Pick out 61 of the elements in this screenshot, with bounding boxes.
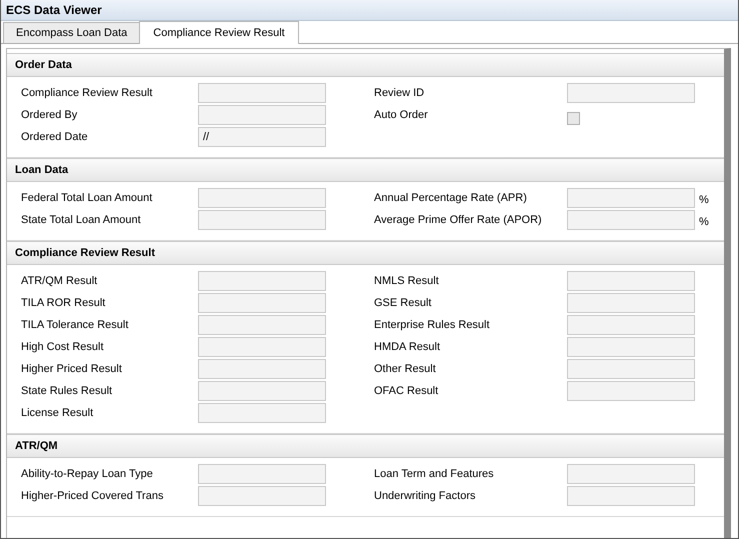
field-label: TILA Tolerance Result — [20, 319, 130, 331]
checkbox[interactable] — [567, 112, 580, 124]
tab[interactable]: Encompass Loan Data — [3, 22, 140, 43]
input-field[interactable] — [198, 337, 326, 357]
input-field[interactable] — [567, 83, 695, 103]
field-label: Loan Term and Features — [373, 468, 495, 480]
input-field[interactable] — [198, 315, 326, 335]
section-header: Loan Data — [7, 158, 724, 182]
field-label: Review ID — [373, 87, 426, 99]
input-field[interactable] — [198, 486, 326, 506]
input-field[interactable] — [198, 210, 326, 230]
percent-unit: % — [699, 216, 709, 228]
input-field[interactable] — [198, 464, 326, 484]
field-label: State Rules Result — [20, 385, 114, 397]
input-field[interactable] — [567, 210, 695, 230]
input-field[interactable]: // — [198, 127, 326, 147]
input-field[interactable] — [567, 486, 695, 506]
field-label: Compliance Review Result — [20, 87, 154, 99]
section-header: Order Data — [7, 53, 724, 77]
input-field[interactable] — [567, 293, 695, 313]
input-field[interactable] — [567, 381, 695, 401]
field-label: ATR/QM Result — [20, 275, 98, 287]
field-label: HMDA Result — [373, 341, 442, 353]
input-field[interactable] — [567, 188, 695, 208]
input-field[interactable] — [198, 359, 326, 379]
field-label: License Result — [20, 407, 94, 419]
input-field[interactable] — [567, 337, 695, 357]
field-label: Higher Priced Result — [20, 363, 123, 375]
input-field[interactable] — [198, 293, 326, 313]
tab[interactable]: Compliance Review Result — [139, 21, 299, 44]
input-field[interactable] — [198, 381, 326, 401]
input-field[interactable] — [198, 271, 326, 291]
field-label: High Cost Result — [20, 341, 105, 353]
section-header: ATR/QM — [7, 434, 724, 458]
input-field[interactable] — [567, 464, 695, 484]
window-title: ECS Data Viewer — [1, 0, 738, 21]
section-header: Compliance Review Result — [7, 241, 724, 265]
field-label: State Total Loan Amount — [20, 214, 142, 226]
field-label: NMLS Result — [373, 275, 440, 287]
field-label: Underwriting Factors — [373, 490, 476, 502]
field-label: Ordered By — [20, 109, 78, 121]
field-label: Auto Order — [373, 109, 429, 121]
field-label: Ordered Date — [20, 131, 89, 143]
input-field[interactable] — [567, 315, 695, 335]
field-label: TILA ROR Result — [20, 297, 106, 309]
field-label: GSE Result — [373, 297, 432, 309]
field-label: Higher-Priced Covered Trans — [20, 490, 164, 502]
input-field[interactable] — [198, 403, 326, 423]
input-field[interactable] — [198, 105, 326, 125]
field-label: Enterprise Rules Result — [373, 319, 491, 331]
field-label: Federal Total Loan Amount — [20, 192, 154, 204]
input-field[interactable] — [567, 271, 695, 291]
field-label: Annual Percentage Rate (APR) — [373, 192, 528, 204]
field-label: OFAC Result — [373, 385, 440, 397]
field-label: Average Prime Offer Rate (APOR) — [373, 214, 543, 226]
field-label: Other Result — [373, 363, 437, 375]
input-field[interactable] — [198, 188, 326, 208]
field-label: Ability-to-Repay Loan Type — [20, 468, 154, 480]
percent-unit: % — [699, 194, 709, 206]
input-field[interactable] — [567, 359, 695, 379]
input-field[interactable] — [198, 83, 326, 103]
